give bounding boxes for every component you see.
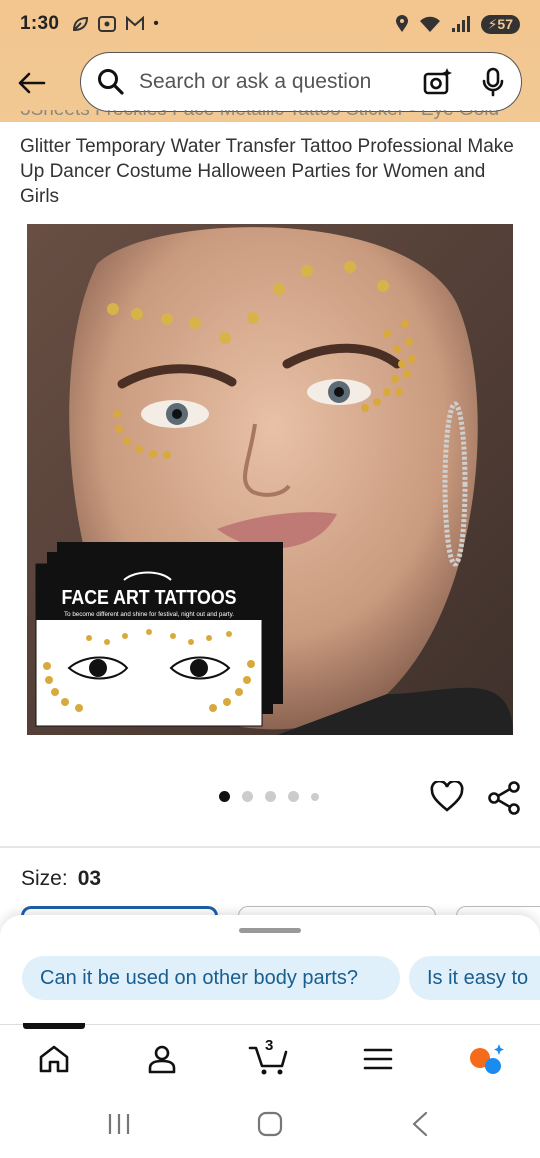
screenshot-icon [98, 16, 117, 32]
wifi-icon [419, 16, 440, 32]
leaf-icon [73, 16, 89, 32]
size-value: 03 [77, 867, 102, 890]
signal-icon [451, 16, 470, 32]
share-button[interactable] [486, 780, 522, 816]
home-button-icon[interactable] [257, 1111, 283, 1137]
status-notification-icons: • [71, 15, 159, 33]
carousel-dot-4[interactable] [288, 791, 299, 802]
carousel-dots [219, 791, 319, 802]
suggestion-chip-1[interactable]: Can it be used on other body parts? [22, 956, 400, 1000]
nav-menu[interactable] [358, 1039, 398, 1079]
mail-icon [126, 15, 145, 30]
product-photo: FACE ART TATTOOS To become different and… [27, 224, 513, 735]
package-title: FACE ART TATTOOS [62, 587, 237, 609]
carousel-dot-1[interactable] [219, 791, 230, 802]
suggestion-chip-1-label: Can it be used on other body parts? [40, 966, 358, 989]
carousel-dot-2[interactable] [242, 791, 253, 802]
status-bar: 1:30 • ⚡57 [0, 0, 540, 48]
home-icon [39, 1045, 69, 1073]
product-title-text: Glitter Temporary Water Transfer Tattoo … [20, 136, 514, 207]
search-icon [98, 69, 124, 95]
battery-indicator: ⚡57 [480, 14, 520, 34]
nav-home[interactable] [34, 1039, 74, 1079]
system-navigation-bar [0, 1090, 540, 1158]
carousel-dot-5[interactable] [311, 792, 319, 801]
menu-icon [363, 1048, 393, 1070]
sheet-drag-handle[interactable] [239, 928, 301, 933]
product-title-cropped-line: 3Sheets Freckles Face Metallic Tattoo St… [20, 110, 525, 122]
package-subtitle: To become different and shine for festiv… [64, 612, 234, 618]
notification-dot-icon: • [153, 15, 159, 32]
back-arrow-icon [18, 72, 46, 94]
suggestion-chip-2[interactable]: Is it easy to [409, 956, 540, 1000]
search-input[interactable]: Search or ask a question [80, 52, 522, 112]
recent-apps-icon[interactable] [106, 1112, 132, 1136]
account-icon [148, 1045, 176, 1074]
size-selector-label: Size: 03 [21, 867, 101, 891]
product-image[interactable]: FACE ART TATTOOS To become different and… [27, 224, 513, 735]
search-actions [423, 67, 505, 97]
nav-rufus[interactable] [466, 1039, 506, 1079]
search-placeholder: Search or ask a question [139, 70, 372, 93]
app-screen: 1:30 • ⚡57 Search or ask a question Glit… [0, 0, 540, 1158]
rufus-ai-icon [470, 1044, 504, 1074]
microphone-icon[interactable] [481, 67, 505, 97]
carousel-dot-3[interactable] [265, 791, 276, 802]
product-title: 3Sheets Freckles Face Metallic Tattoo St… [20, 110, 525, 209]
back-button[interactable] [0, 50, 62, 116]
status-system-icons: ⚡57 [395, 14, 520, 34]
location-icon [395, 15, 408, 32]
size-label: Size: [21, 867, 68, 890]
battery-level: 57 [497, 15, 513, 32]
status-time: 1:30 [20, 13, 60, 34]
cart-count-badge: 3 [265, 1037, 274, 1054]
suggestions-sheet: Can it be used on other body parts? Is i… [0, 915, 540, 1030]
bottom-navigation: 3 [0, 1023, 540, 1090]
active-tab-indicator [23, 1023, 85, 1029]
search-row: Search or ask a question [0, 50, 540, 116]
nav-account[interactable] [142, 1039, 182, 1079]
system-back-icon[interactable] [410, 1111, 430, 1137]
share-icon [488, 781, 520, 815]
suggestion-chip-2-label: Is it easy to [427, 966, 529, 989]
camera-search-icon[interactable] [423, 67, 453, 97]
heart-icon [430, 779, 464, 812]
section-divider [0, 846, 540, 848]
add-to-list-button[interactable] [430, 779, 464, 813]
